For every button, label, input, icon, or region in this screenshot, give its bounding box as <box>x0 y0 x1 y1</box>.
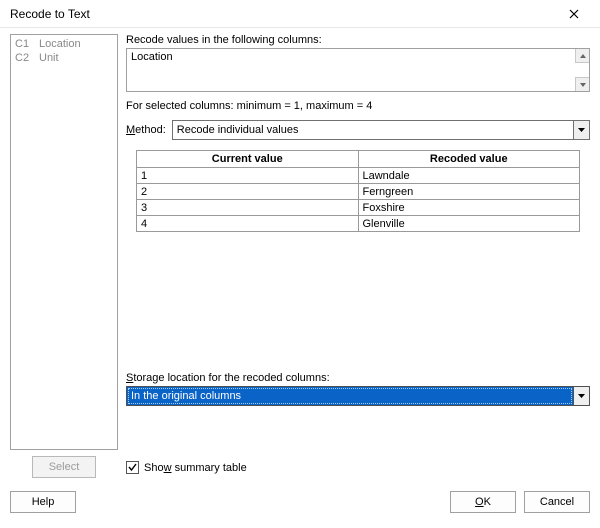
right-column: Recode values in the following columns: … <box>118 34 590 478</box>
cell-recoded[interactable]: Foxshire <box>358 200 580 216</box>
dialog-body: C1 Location C2 Unit Select Recode values… <box>0 28 600 484</box>
window-title: Recode to Text <box>10 7 554 21</box>
chevron-down-icon <box>580 83 586 87</box>
cell-recoded[interactable]: Lawndale <box>358 168 580 184</box>
method-row: Method: Recode individual values <box>126 120 590 140</box>
storage-block: Storage location for the recoded columns… <box>126 372 590 406</box>
show-summary-row[interactable]: Show summary table <box>126 461 247 474</box>
storage-select-value: In the original columns <box>127 387 573 405</box>
recode-columns-label: Recode values in the following columns: <box>126 34 590 46</box>
help-button[interactable]: Help <box>10 491 76 513</box>
close-icon <box>569 9 579 19</box>
cell-current[interactable]: 4 <box>137 216 359 232</box>
col-header-current[interactable]: Current value <box>137 151 359 168</box>
table-row[interactable]: 2 Ferngreen <box>137 184 580 200</box>
chevron-up-icon <box>580 54 586 58</box>
cell-recoded[interactable]: Glenville <box>358 216 580 232</box>
method-select-value: Recode individual values <box>177 124 299 136</box>
show-summary-label: Show summary table <box>144 462 247 474</box>
left-column: C1 Location C2 Unit Select <box>10 34 118 478</box>
minmax-label: For selected columns: minimum = 1, maxim… <box>126 100 590 112</box>
col-header-recoded[interactable]: Recoded value <box>358 151 580 168</box>
recode-columns-input[interactable]: Location <box>126 48 590 92</box>
title-bar: Recode to Text <box>0 0 600 28</box>
table-row[interactable]: 1 Lawndale <box>137 168 580 184</box>
cell-current[interactable]: 2 <box>137 184 359 200</box>
variable-name: Unit <box>39 51 59 65</box>
variable-cid: C1 <box>15 37 39 51</box>
chevron-down-icon <box>578 128 585 132</box>
table-row[interactable]: 3 Foxshire <box>137 200 580 216</box>
method-dropdown-button[interactable] <box>573 121 589 139</box>
cancel-button[interactable]: Cancel <box>524 491 590 513</box>
recode-table-wrap: Current value Recoded value 1 Lawndale 2… <box>136 150 580 232</box>
variable-row[interactable]: C2 Unit <box>15 51 113 65</box>
recode-columns-value: Location <box>131 51 173 63</box>
cell-recoded[interactable]: Ferngreen <box>358 184 580 200</box>
show-summary-checkbox[interactable] <box>126 461 139 474</box>
method-select[interactable]: Recode individual values <box>172 120 590 140</box>
variable-cid: C2 <box>15 51 39 65</box>
ok-button[interactable]: OK <box>450 491 516 513</box>
cell-current[interactable]: 1 <box>137 168 359 184</box>
table-row[interactable]: 4 Glenville <box>137 216 580 232</box>
cell-current[interactable]: 3 <box>137 200 359 216</box>
storage-label: Storage location for the recoded columns… <box>126 372 590 384</box>
check-icon <box>128 463 137 472</box>
method-label: Method: <box>126 124 166 136</box>
scroll-down-button[interactable] <box>575 77 589 91</box>
storage-select[interactable]: In the original columns <box>126 386 590 406</box>
chevron-down-icon <box>578 394 585 398</box>
storage-dropdown-button[interactable] <box>573 387 589 405</box>
select-button: Select <box>32 456 96 478</box>
close-button[interactable] <box>554 3 594 25</box>
variable-list[interactable]: C1 Location C2 Unit <box>10 34 118 450</box>
bottom-bar: Help OK Cancel <box>0 484 600 520</box>
variable-row[interactable]: C1 Location <box>15 37 113 51</box>
variable-name: Location <box>39 37 81 51</box>
scroll-up-button[interactable] <box>575 49 589 63</box>
recode-table[interactable]: Current value Recoded value 1 Lawndale 2… <box>136 150 580 232</box>
